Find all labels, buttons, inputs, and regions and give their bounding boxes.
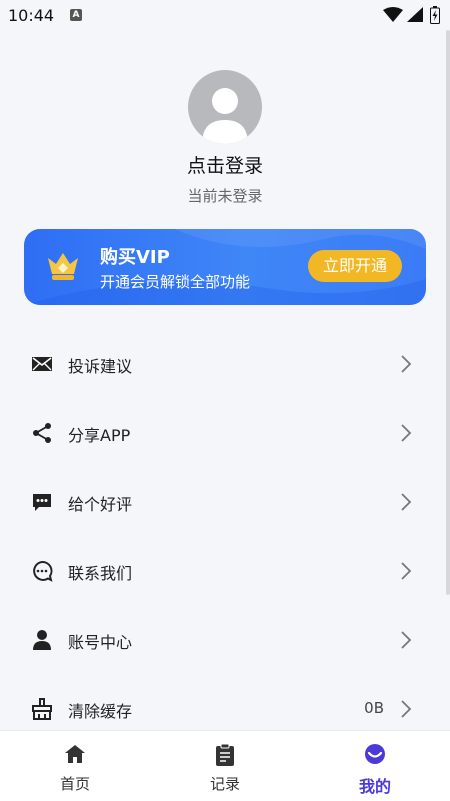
menu-label: 账号中心 bbox=[68, 633, 133, 652]
share-icon bbox=[33, 423, 51, 443]
chevron-right-icon bbox=[401, 631, 412, 649]
chevron-right-icon bbox=[401, 562, 412, 580]
avatar[interactable] bbox=[188, 70, 262, 144]
login-title[interactable]: 点击登录 bbox=[0, 151, 450, 178]
profile-icon bbox=[365, 744, 385, 764]
bottom-navigation: 首页 记录 我的 bbox=[0, 730, 450, 801]
chevron-right-icon bbox=[401, 493, 412, 511]
home-icon bbox=[65, 745, 85, 763]
vip-title: 购买VIP bbox=[100, 247, 170, 268]
mail-icon bbox=[32, 357, 52, 371]
signal-icon bbox=[407, 7, 423, 22]
chevron-right-icon bbox=[401, 355, 412, 373]
vip-banner[interactable]: 购买VIP 开通会员解锁全部功能 立即开通 bbox=[24, 229, 426, 305]
chevron-right-icon bbox=[401, 424, 412, 442]
login-status: 当前未登录 bbox=[187, 187, 263, 205]
chevron-right-icon bbox=[401, 700, 412, 718]
tab-label: 记录 bbox=[209, 775, 240, 793]
menu-label: 分享APP bbox=[68, 426, 131, 445]
menu-item-feedback[interactable]: 投诉建议 bbox=[0, 330, 450, 399]
menu-label: 清除缓存 bbox=[68, 702, 133, 721]
review-icon bbox=[33, 494, 51, 511]
menu-label: 投诉建议 bbox=[68, 357, 133, 376]
tab-home[interactable]: 首页 bbox=[0, 731, 150, 801]
battery-icon bbox=[430, 6, 440, 24]
tab-records[interactable]: 记录 bbox=[150, 731, 300, 801]
user-icon bbox=[33, 630, 51, 650]
menu-item-account[interactable]: 账号中心 bbox=[0, 606, 450, 675]
default-avatar-icon bbox=[202, 88, 248, 144]
menu-item-contact[interactable]: 联系我们 bbox=[0, 537, 450, 606]
clipboard-icon bbox=[216, 743, 234, 766]
chat-icon bbox=[33, 561, 53, 582]
open-vip-button[interactable]: 立即开通 bbox=[308, 250, 402, 282]
menu-item-share[interactable]: 分享APP bbox=[0, 399, 450, 468]
tab-label: 我的 bbox=[358, 777, 391, 796]
notification-a-icon: A bbox=[70, 9, 82, 21]
tab-label: 首页 bbox=[59, 775, 90, 793]
menu-label: 联系我们 bbox=[68, 564, 133, 583]
menu-item-rate[interactable]: 给个好评 bbox=[0, 468, 450, 537]
broom-icon bbox=[32, 698, 52, 720]
status-bar: 10:44 A bbox=[0, 0, 450, 32]
wifi-icon bbox=[383, 7, 403, 22]
vip-subtitle: 开通会员解锁全部功能 bbox=[100, 273, 251, 291]
crown-icon bbox=[48, 253, 78, 280]
cache-size: 0B bbox=[364, 699, 384, 717]
tab-mine[interactable]: 我的 bbox=[300, 731, 450, 801]
menu-label: 给个好评 bbox=[68, 495, 133, 514]
status-time: 10:44 bbox=[8, 6, 55, 25]
